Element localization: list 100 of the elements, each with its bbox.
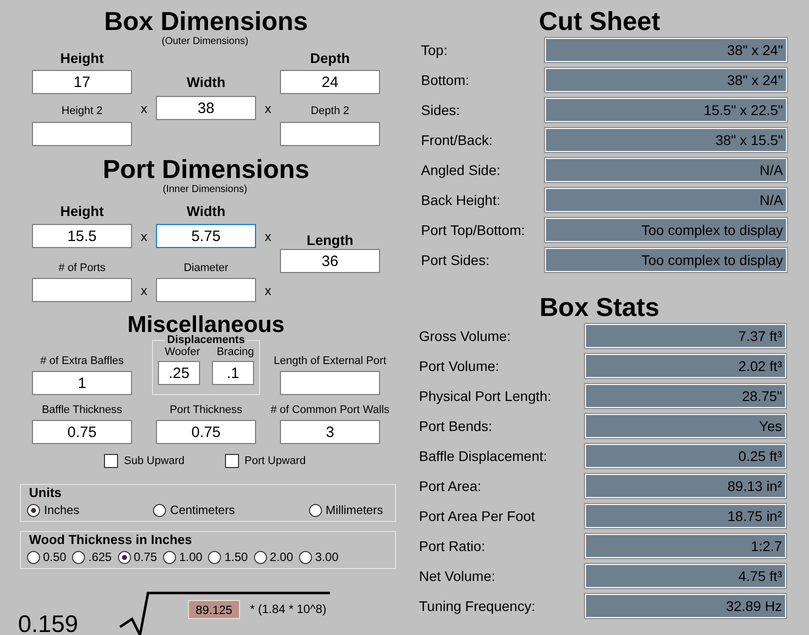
output-field: 38" x 15.5" <box>545 128 787 152</box>
output-field: 18.75 in² <box>585 504 786 528</box>
radio-option[interactable]: 3.00 <box>299 550 339 564</box>
output-field: 4.75 ft³ <box>585 564 786 588</box>
input-field[interactable]: 38 <box>156 96 256 120</box>
output-field: N/A <box>545 158 787 182</box>
input-field[interactable]: 36 <box>280 249 380 273</box>
field-label: # of Extra Baffles <box>39 355 125 369</box>
radio-option[interactable]: 0.50 <box>27 550 66 564</box>
radio-button[interactable] <box>118 550 131 564</box>
input-field[interactable]: 0.75 <box>156 420 256 444</box>
field-label: # of Common Port Walls <box>270 404 390 418</box>
output-field: 7.37 ft³ <box>585 324 786 348</box>
section-title: Cut Sheet <box>538 6 660 36</box>
radio-option[interactable]: 0.75 <box>118 550 158 564</box>
field-label: Width <box>186 203 226 219</box>
radio-button[interactable] <box>163 550 176 564</box>
output-field: 0.25 ft³ <box>585 444 786 468</box>
input-field[interactable]: 24 <box>280 70 380 94</box>
section-subtitle: (Inner Dimensions) <box>162 184 248 196</box>
row-label: Port Volume: <box>419 358 500 374</box>
checkbox-box[interactable] <box>224 454 239 468</box>
field-label: Depth <box>309 50 351 66</box>
input-field[interactable] <box>280 122 380 146</box>
row-label: Physical Port Length: <box>419 388 552 404</box>
field-label: Length of External Port <box>274 355 386 369</box>
radio-button[interactable] <box>254 550 267 564</box>
checkbox-box[interactable] <box>104 454 118 468</box>
input-field[interactable]: 15.5 <box>32 224 132 248</box>
row-label: Port Area: <box>419 478 482 494</box>
input-field[interactable]: .1 <box>212 361 254 385</box>
times-sign: x <box>264 228 272 244</box>
row-label: Gross Volume: <box>419 328 512 344</box>
input-field[interactable]: 1 <box>32 371 132 395</box>
radio-option[interactable]: .625 <box>72 550 112 564</box>
radio-button[interactable] <box>299 550 312 564</box>
checkbox[interactable]: Port Upward <box>224 454 306 468</box>
field-label: Bracing <box>216 346 254 360</box>
radio-button[interactable] <box>72 550 86 564</box>
output-field: Too complex to display <box>545 218 787 242</box>
row-label: Bottom: <box>421 72 470 88</box>
field-label: Height 2 <box>60 105 104 119</box>
input-field[interactable]: 5.75 <box>156 224 256 248</box>
row-label: Baffle Displacement: <box>419 448 548 464</box>
row-label: Net Volume: <box>419 568 496 584</box>
field-label: Baffle Thickness <box>40 404 124 418</box>
times-sign: x <box>264 282 272 298</box>
output-field: 2.02 ft³ <box>585 354 786 378</box>
input-field[interactable] <box>156 278 256 302</box>
output-field: 28.75" <box>585 384 786 408</box>
field-label: Diameter <box>182 262 230 276</box>
row-label: Port Top/Bottom: <box>421 222 526 238</box>
section-subtitle: (Outer Dimensions) <box>162 36 248 48</box>
group-title: Units <box>27 485 64 500</box>
row-label: Angled Side: <box>421 162 502 178</box>
input-field[interactable] <box>32 122 132 146</box>
field-label: Port Thickness <box>168 404 244 418</box>
output-field: 38" x 24" <box>545 38 787 62</box>
input-field[interactable] <box>280 371 380 395</box>
output-field: N/A <box>545 188 787 212</box>
radio-option[interactable]: Centimeters <box>153 503 235 517</box>
times-sign: x <box>140 228 148 244</box>
radio-button[interactable] <box>308 504 322 516</box>
section-title: Box Dimensions <box>104 6 308 36</box>
group-title: Wood Thickness in Inches <box>27 532 194 547</box>
field-label: # of Ports <box>57 262 107 276</box>
section-title: Port Dimensions <box>102 154 310 184</box>
row-label: Front/Back: <box>421 132 494 148</box>
field-label: Depth 2 <box>310 105 350 119</box>
radio-button[interactable] <box>153 504 166 516</box>
input-field[interactable] <box>32 278 132 302</box>
radio-option[interactable]: 2.00 <box>254 550 294 564</box>
radio-button[interactable] <box>27 550 40 564</box>
row-label: Sides: <box>421 102 461 118</box>
field-label: Height <box>59 50 105 66</box>
row-label: Port Bends: <box>419 418 494 434</box>
field-label: Height <box>59 203 105 219</box>
radio-option[interactable]: Millimeters <box>308 503 383 517</box>
output-field: Too complex to display <box>545 248 787 272</box>
field-label: Width <box>186 74 226 90</box>
output-field: 89.13 in² <box>585 474 786 498</box>
radio-button[interactable] <box>27 504 40 516</box>
input-field[interactable]: 3 <box>280 420 380 444</box>
input-field[interactable]: 0.75 <box>32 420 132 444</box>
radio-option[interactable]: 1.50 <box>208 550 248 564</box>
times-sign: x <box>264 100 272 116</box>
radio-option[interactable]: Inches <box>27 503 80 517</box>
radio-button[interactable] <box>208 550 222 564</box>
times-sign: x <box>140 100 148 116</box>
checkbox[interactable]: Sub Upward <box>104 454 185 468</box>
row-label: Top: <box>421 42 448 58</box>
radio-option[interactable]: 1.00 <box>163 550 202 564</box>
row-label: Port Ratio: <box>419 538 486 554</box>
output-field: 32.89 Hz <box>585 594 786 618</box>
output-field: 38" x 24" <box>545 68 787 92</box>
input-field[interactable]: .25 <box>158 361 200 385</box>
output-field: 15.5" x 22.5" <box>545 98 787 122</box>
input-field[interactable]: 17 <box>32 70 132 94</box>
times-sign: x <box>140 282 148 298</box>
group-title: Displacements <box>165 334 247 346</box>
